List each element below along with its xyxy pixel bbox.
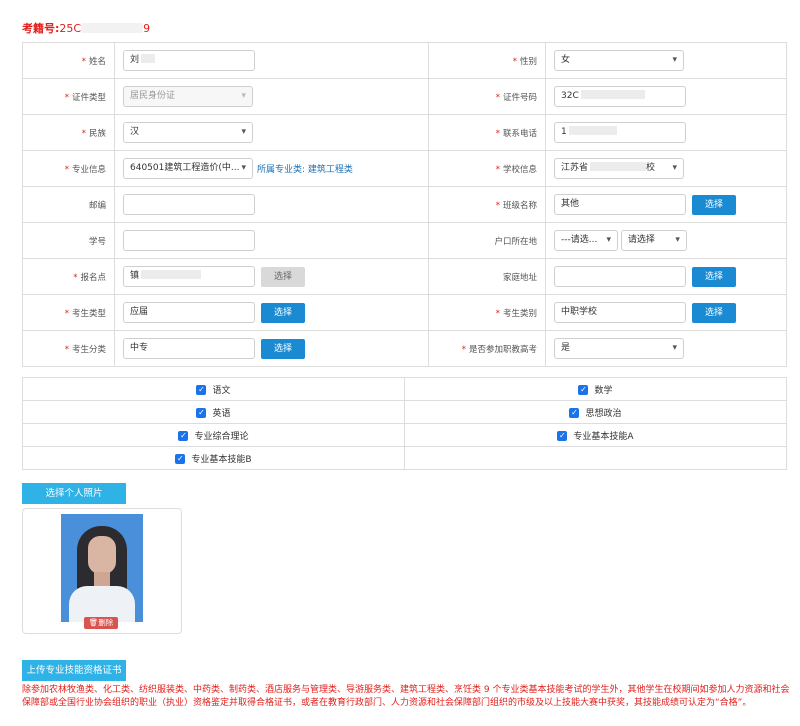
exam-number-label: 考籍号: (22, 22, 60, 35)
subject-skill-b[interactable]: ✓ 专业基本技能B (22, 446, 405, 470)
home-address-label: 家庭地址 (428, 258, 546, 295)
vocational-exam-label: * 是否参加职教高考 (428, 330, 546, 367)
subject-chinese[interactable]: ✓ 语文 (22, 377, 405, 401)
form-row: * 报名点 镇选择 家庭地址 选择 (22, 258, 787, 295)
class-name-input[interactable]: 其他 (554, 194, 686, 215)
major-label: * 专业信息 (22, 150, 115, 187)
exam-site-input[interactable]: 镇 (123, 266, 255, 287)
vocational-exam-select[interactable]: 是 (554, 338, 684, 359)
exam-number: 考籍号:25C 9 (22, 20, 150, 36)
form-row: *专业信息 640501建筑工程造价(中... 所属专业类: 建筑工程类 *学校信… (22, 150, 787, 187)
form-row: 邮编 * 班级名称 其他 选择 (22, 186, 787, 223)
major-category-text: 所属专业类: 建筑工程类 (257, 165, 353, 175)
subject-empty-cell (404, 446, 787, 470)
id-type-label: * 证件类型 (22, 78, 115, 115)
exam-site-select-button[interactable]: 选择 (261, 266, 305, 287)
household-province-select[interactable]: ---请选... (554, 230, 618, 251)
form-row: * 考生类型 应届 选择 * 考生类别 中职学校 选择 (22, 294, 787, 331)
name-label: * 姓名 (22, 42, 115, 79)
home-address-select-button[interactable]: 选择 (692, 266, 736, 287)
major-select[interactable]: 640501建筑工程造价(中... (123, 158, 253, 179)
certificate-note: 除参加农林牧渔类、化工类、纺织服装类、中药类、制药类、酒店服务与管理类、导游服务… (22, 685, 790, 708)
candidate-type-input[interactable]: 应届 (123, 302, 255, 323)
household-label: 户口所在地 (428, 222, 546, 259)
candidate-class-input[interactable]: 中专 (123, 338, 255, 359)
phone-input[interactable]: 1 (554, 122, 686, 143)
household-city-select[interactable]: 请选择 (620, 230, 687, 251)
subject-politics[interactable]: ✓ 思想政治 (404, 400, 787, 424)
checkbox-checked-icon[interactable]: ✓ (557, 431, 568, 441)
checkbox-checked-icon[interactable]: ✓ (196, 408, 207, 418)
candidate-class-label: * 考生分类 (22, 330, 115, 367)
checkbox-checked-icon[interactable]: ✓ (569, 408, 580, 418)
class-name-label: * 班级名称 (428, 186, 546, 223)
form-row: * 姓名 刘 * 性别 女 (22, 42, 787, 79)
subject-skill-a[interactable]: ✓ 专业基本技能A (404, 423, 787, 447)
subject-professional-theory[interactable]: ✓ 专业综合理论 (22, 423, 405, 447)
postcode-label: 邮编 (22, 186, 115, 223)
phone-label: * 联系电话 (428, 114, 546, 151)
form-row: *证件类型 居民身份证 *证件号码 32C (22, 78, 787, 115)
student-no-input[interactable] (123, 230, 255, 251)
checkbox-checked-icon[interactable]: ✓ (175, 454, 186, 464)
subject-table: ✓ 语文 ✓ 数学 ✓ 英语 ✓ 思想政治 ✓ 专业综合理论 ✓ 专业基本技能A ✓ 专业基本… (22, 377, 787, 470)
personal-photo (61, 514, 143, 622)
ethnicity-label: * 民族 (22, 114, 115, 151)
gender-label: * 性别 (428, 42, 546, 79)
form-row: * 考生分类 中专 选择 * 是否参加职教高考 是 (22, 330, 787, 367)
subject-math[interactable]: ✓ 数学 (404, 377, 787, 401)
home-address-input[interactable] (554, 266, 686, 287)
candidate-category-select-button[interactable]: 选择 (692, 302, 736, 323)
id-type-select[interactable]: 居民身份证 (123, 86, 253, 107)
form-row: 学号 户口所在地 ---请选... 请选择 (22, 222, 787, 259)
exam-number-prefix: 25C (59, 22, 82, 35)
registration-form: *姓名 刘 *性别 女 *证件类型 居民身份证 *证件号码 32C *民族 汉 … (22, 42, 787, 367)
checkbox-checked-icon[interactable]: ✓ (178, 431, 189, 441)
checkbox-checked-icon[interactable]: ✓ (196, 385, 207, 395)
candidate-category-input[interactable]: 中职学校 (554, 302, 686, 323)
form-row: *民族 汉 *联系电话 1 (22, 114, 787, 151)
exam-number-suffix: 9 (143, 22, 151, 35)
exam-site-label: * 报名点 (22, 258, 115, 295)
delete-photo-button[interactable]: 🗑删除 (84, 617, 118, 629)
candidate-type-label: * 考生类型 (22, 294, 115, 331)
school-label: * 学校信息 (428, 150, 546, 187)
trash-icon: 🗑 (88, 618, 99, 627)
subject-english[interactable]: ✓ 英语 (22, 400, 405, 424)
candidate-category-label: * 考生类别 (428, 294, 546, 331)
candidate-class-select-button[interactable]: 选择 (261, 338, 305, 359)
photo-preview: 🗑删除 (22, 508, 182, 634)
class-name-select-button[interactable]: 选择 (692, 194, 736, 215)
gender-select[interactable]: 女 (554, 50, 684, 71)
ethnicity-select[interactable]: 汉 (123, 122, 253, 143)
id-number-label: * 证件号码 (428, 78, 546, 115)
exam-number-masked (81, 23, 144, 33)
postcode-input[interactable] (123, 194, 255, 215)
name-input[interactable]: 刘 (123, 50, 255, 71)
candidate-type-select-button[interactable]: 选择 (261, 302, 305, 323)
checkbox-checked-icon[interactable]: ✓ (578, 385, 589, 395)
school-select[interactable]: 江苏省校 (554, 158, 684, 179)
upload-certificate-button[interactable]: 上传专业技能资格证书 (22, 660, 126, 681)
select-photo-button[interactable]: 选择个人照片 (22, 483, 126, 504)
id-number-input[interactable]: 32C (554, 86, 686, 107)
student-no-label: 学号 (22, 222, 115, 259)
